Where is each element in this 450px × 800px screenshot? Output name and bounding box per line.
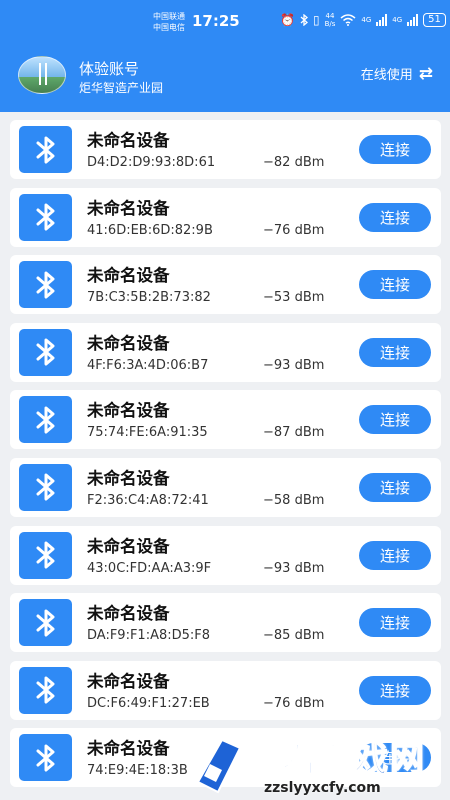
device-item[interactable]: 未命名设备 DA:F9:F1:A8:D5:F8 −85 dBm 连接 <box>10 593 441 653</box>
device-name: 未命名设备 <box>87 536 170 556</box>
carrier-info: 中国联通 中国电信 <box>153 11 185 33</box>
watermark-url: zzslyyxcfy.com <box>264 780 381 796</box>
status-bar: 中国联通 中国电信 17:25 ⏰ ▯ 44 B/s 4G 4G 51 <box>0 0 450 44</box>
device-rssi: −53 dBm <box>263 290 325 306</box>
device-name: 未命名设备 <box>87 266 170 286</box>
battery-icon: 51 <box>423 13 446 27</box>
connect-button[interactable]: 连接 <box>359 270 431 300</box>
device-list: 未命名设备 D4:D2:D9:93:8D:61 −82 dBm 连接 未命名设备 41:6… <box>10 120 441 796</box>
signal-icon <box>376 14 388 26</box>
device-rssi: −93 dBm <box>263 560 325 576</box>
device-rssi: −87 dBm <box>263 425 325 441</box>
device-name: 未命名设备 <box>87 401 170 421</box>
status-time: 17:25 <box>192 12 240 30</box>
bluetooth-icon <box>19 599 72 647</box>
device-mac: 75:74:FE:6A:91:35 <box>87 425 208 441</box>
bluetooth-icon <box>19 193 72 241</box>
device-name: 未命名设备 <box>87 131 170 150</box>
net-speed-unit: B/s <box>324 20 336 28</box>
bluetooth-icon <box>300 14 308 26</box>
device-mac: 7B:C3:5B:2B:73:82 <box>87 290 211 306</box>
bluetooth-icon <box>19 261 72 309</box>
signal-type-1: 4G <box>361 16 372 24</box>
watermark-text: 智君游戏网 <box>245 739 426 781</box>
alarm-icon: ⏰ <box>280 13 295 27</box>
online-label: 在线使用 <box>360 68 413 83</box>
device-item[interactable]: 未命名设备 F2:36:C4:A8:72:41 −58 dBm 连接 <box>10 457 441 517</box>
device-mac: 4F:F6:3A:4D:06:B7 <box>87 357 209 373</box>
net-speed: 44 B/s <box>325 12 336 28</box>
carrier-1: 中国联通 <box>153 12 185 21</box>
wifi-icon <box>340 14 356 26</box>
online-switch-button[interactable]: 在线使用 ⇄ <box>361 64 433 83</box>
device-mac: 74:E9:4E:18:3B <box>87 763 188 779</box>
device-name: 未命名设备 <box>87 468 170 488</box>
status-icons: ⏰ ▯ 44 B/s 4G 4G 51 <box>280 12 446 28</box>
account-title: 体验账号 <box>79 60 140 78</box>
device-item[interactable]: 未命名设备 DC:F6:49:F1:27:EB −76 dBm 连接 <box>10 660 441 720</box>
device-name: 未命名设备 <box>87 671 170 691</box>
connect-button[interactable]: 连接 <box>359 202 431 232</box>
device-name: 未命名设备 <box>87 604 170 624</box>
bluetooth-icon <box>19 666 72 714</box>
device-name: 未命名设备 <box>87 739 170 759</box>
device-mac: 43:0C:FD:AA:A3:9F <box>87 560 212 576</box>
device-mac: F2:36:C4:A8:72:41 <box>87 492 209 508</box>
device-rssi: −82 dBm <box>263 155 325 170</box>
connect-button[interactable]: 连接 <box>359 608 431 638</box>
device-name: 未命名设备 <box>87 333 170 353</box>
device-name: 未命名设备 <box>87 198 170 218</box>
device-mac: DA:F9:F1:A8:D5:F8 <box>87 628 211 644</box>
bluetooth-icon <box>19 531 72 579</box>
bluetooth-icon <box>19 396 72 444</box>
device-mac: 41:6D:EB:6D:82:9B <box>87 222 213 238</box>
connect-button[interactable]: 连接 <box>359 675 431 705</box>
device-item[interactable]: 未命名设备 4F:F6:3A:4D:06:B7 −93 dBm 连接 <box>10 322 441 382</box>
signal-type-2: 4G <box>392 16 403 24</box>
device-rssi: −93 dBm <box>263 357 325 373</box>
device-item[interactable]: 未命名设备 75:74:FE:6A:91:35 −87 dBm 连接 <box>10 390 441 450</box>
account-subtitle: 炬华智造产业园 <box>79 81 164 95</box>
device-mac: DC:F6:49:F1:27:EB <box>87 695 210 711</box>
bluetooth-icon <box>19 463 72 511</box>
device-item[interactable]: 未命名设备 7B:C3:5B:2B:73:82 −53 dBm 连接 <box>10 255 441 315</box>
device-rssi: −76 dBm <box>263 695 325 711</box>
connect-button[interactable]: 连接 <box>359 405 431 435</box>
vibrate-icon: ▯ <box>312 13 320 27</box>
watermark: 智君游戏网 zzslyyxcfy.com <box>190 730 450 800</box>
connect-button[interactable]: 连接 <box>359 337 431 367</box>
avatar[interactable] <box>18 56 66 94</box>
device-item[interactable]: 未命名设备 D4:D2:D9:93:8D:61 −82 dBm 连接 <box>10 120 441 179</box>
device-rssi: −76 dBm <box>263 222 325 238</box>
bluetooth-icon <box>19 126 72 173</box>
device-item[interactable]: 未命名设备 41:6D:EB:6D:82:9B −76 dBm 连接 <box>10 187 441 247</box>
device-rssi: −58 dBm <box>263 492 325 508</box>
bluetooth-icon <box>19 734 72 782</box>
watermark-logo-icon <box>196 738 242 794</box>
connect-button[interactable]: 连接 <box>359 472 431 502</box>
connect-button[interactable]: 连接 <box>359 540 431 570</box>
connect-button[interactable]: 连接 <box>359 135 431 164</box>
device-item[interactable]: 未命名设备 43:0C:FD:AA:A3:9F −93 dBm 连接 <box>10 525 441 585</box>
carrier-2: 中国电信 <box>153 23 185 32</box>
swap-icon: ⇄ <box>418 63 433 84</box>
bluetooth-icon <box>19 328 72 376</box>
net-speed-value: 44 <box>325 12 335 20</box>
device-mac: D4:D2:D9:93:8D:61 <box>87 155 216 170</box>
device-rssi: −85 dBm <box>263 628 325 644</box>
app-header: 体验账号 炬华智造产业园 在线使用 ⇄ <box>0 44 450 112</box>
signal-icon-2 <box>407 14 419 26</box>
